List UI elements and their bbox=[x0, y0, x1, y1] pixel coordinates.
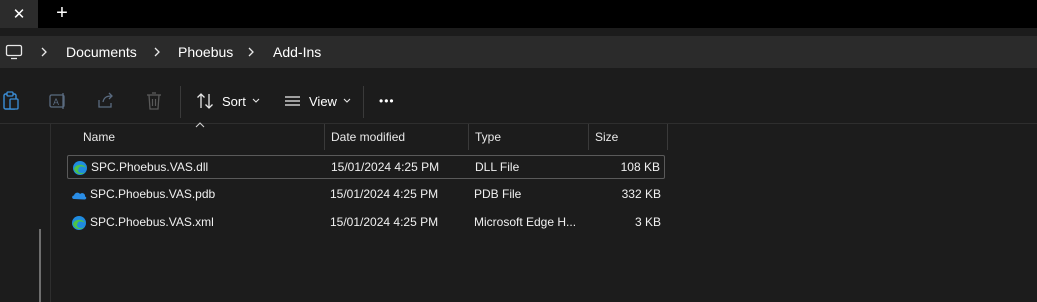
sort-ascending-icon bbox=[195, 122, 205, 128]
trash-icon bbox=[147, 92, 161, 110]
chevron-right-icon[interactable] bbox=[245, 45, 257, 59]
file-name: SPC.Phoebus.VAS.xml bbox=[90, 215, 214, 229]
column-divider[interactable] bbox=[588, 124, 589, 150]
onedrive-cloud-icon bbox=[72, 192, 87, 200]
this-pc-icon[interactable] bbox=[5, 44, 23, 60]
file-type: Microsoft Edge H... bbox=[474, 215, 577, 229]
close-icon: ✕ bbox=[12, 6, 26, 23]
chevron-down-icon bbox=[252, 98, 260, 103]
file-size: 108 KB bbox=[620, 160, 660, 174]
more-options-button[interactable]: ••• bbox=[379, 90, 395, 112]
toolbar-divider bbox=[363, 86, 364, 118]
column-date-label: Date modified bbox=[331, 130, 406, 144]
paste-button[interactable] bbox=[2, 90, 20, 112]
new-tab-button[interactable]: + bbox=[50, 2, 74, 24]
column-header-date[interactable]: Date modified bbox=[331, 124, 405, 150]
file-date: 15/01/2024 4:25 PM bbox=[331, 160, 440, 174]
rename-button[interactable]: A bbox=[48, 90, 68, 112]
breadcrumb-documents[interactable]: Documents bbox=[66, 44, 137, 60]
column-header-size[interactable]: Size bbox=[595, 124, 618, 150]
chevron-down-icon bbox=[343, 98, 351, 103]
column-name-label: Name bbox=[83, 130, 116, 144]
tab-bar: ✕ + bbox=[0, 0, 1037, 28]
column-type-label: Type bbox=[475, 130, 502, 144]
delete-button[interactable] bbox=[145, 90, 163, 112]
sort-button[interactable]: Sort bbox=[196, 90, 260, 112]
file-row[interactable]: SPC.Phoebus.VAS.dll 15/01/2024 4:25 PM D… bbox=[67, 155, 665, 179]
sort-icon bbox=[197, 93, 213, 109]
column-size-label: Size bbox=[595, 130, 619, 144]
plus-icon: + bbox=[56, 2, 68, 24]
view-icon bbox=[285, 96, 300, 106]
address-bar[interactable]: Documents Phoebus Add-Ins bbox=[0, 36, 1037, 68]
column-divider[interactable] bbox=[468, 124, 469, 150]
navigation-pane-scrollbar[interactable] bbox=[39, 229, 41, 302]
edge-icon bbox=[73, 161, 87, 175]
sort-label: Sort bbox=[222, 93, 246, 109]
file-name: SPC.Phoebus.VAS.dll bbox=[91, 160, 209, 174]
chevron-right-icon[interactable] bbox=[38, 45, 50, 59]
file-type: DLL File bbox=[475, 160, 520, 174]
more-icon: ••• bbox=[379, 94, 395, 108]
paste-icon bbox=[3, 91, 19, 110]
chevron-right-icon[interactable] bbox=[151, 45, 163, 59]
file-size: 332 KB bbox=[621, 187, 661, 201]
file-type: PDB File bbox=[474, 187, 522, 201]
column-divider[interactable] bbox=[324, 124, 325, 150]
svg-text:A: A bbox=[53, 97, 59, 107]
file-row[interactable]: SPC.Phoebus.VAS.pdb 15/01/2024 4:25 PM P… bbox=[67, 183, 665, 207]
column-divider[interactable] bbox=[667, 124, 668, 150]
command-bar: A Sort View ••• bbox=[0, 80, 1037, 124]
share-button[interactable] bbox=[96, 90, 116, 112]
navigation-pane-divider[interactable] bbox=[50, 124, 51, 302]
breadcrumb-phoebus[interactable]: Phoebus bbox=[178, 44, 233, 60]
file-date: 15/01/2024 4:25 PM bbox=[330, 215, 439, 229]
view-button[interactable]: View bbox=[284, 90, 351, 112]
file-size: 3 KB bbox=[634, 215, 661, 229]
file-row[interactable]: SPC.Phoebus.VAS.xml 15/01/2024 4:25 PM M… bbox=[67, 211, 665, 235]
edge-icon bbox=[72, 216, 86, 230]
close-tab-button[interactable]: ✕ bbox=[0, 0, 38, 28]
view-label: View bbox=[309, 93, 337, 109]
toolbar-divider bbox=[180, 86, 181, 118]
share-icon bbox=[98, 92, 113, 108]
column-header-name[interactable]: Name bbox=[83, 124, 115, 150]
rename-icon: A bbox=[49, 93, 65, 109]
file-name: SPC.Phoebus.VAS.pdb bbox=[90, 187, 216, 201]
breadcrumb-add-ins[interactable]: Add-Ins bbox=[273, 44, 321, 60]
column-header-type[interactable]: Type bbox=[475, 124, 501, 150]
file-date: 15/01/2024 4:25 PM bbox=[330, 187, 439, 201]
